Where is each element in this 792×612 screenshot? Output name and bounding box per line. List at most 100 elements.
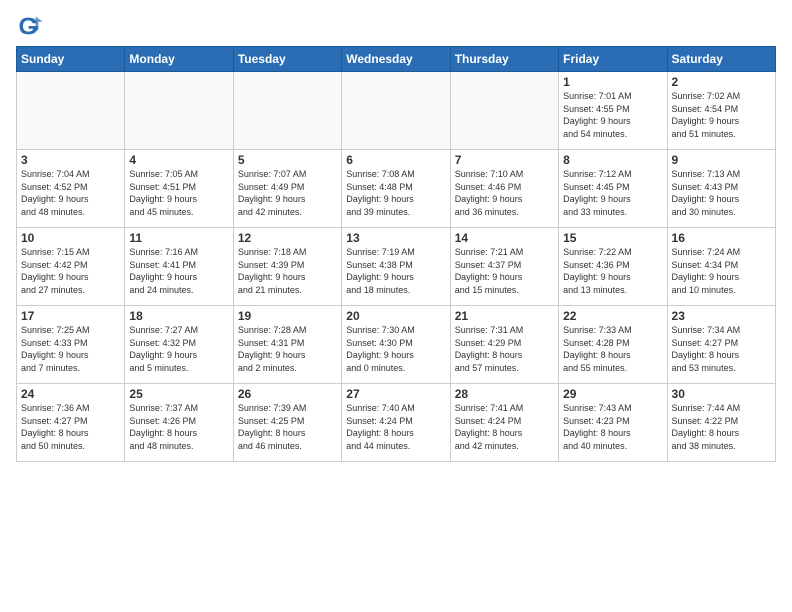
- day-number: 8: [563, 153, 662, 167]
- calendar-cell: 23Sunrise: 7:34 AM Sunset: 4:27 PM Dayli…: [667, 306, 775, 384]
- day-info: Sunrise: 7:41 AM Sunset: 4:24 PM Dayligh…: [455, 402, 554, 452]
- calendar-week-row: 3Sunrise: 7:04 AM Sunset: 4:52 PM Daylig…: [17, 150, 776, 228]
- day-number: 6: [346, 153, 445, 167]
- calendar-cell: 11Sunrise: 7:16 AM Sunset: 4:41 PM Dayli…: [125, 228, 233, 306]
- day-number: 17: [21, 309, 120, 323]
- day-info: Sunrise: 7:02 AM Sunset: 4:54 PM Dayligh…: [672, 90, 771, 140]
- calendar-cell: 21Sunrise: 7:31 AM Sunset: 4:29 PM Dayli…: [450, 306, 558, 384]
- day-info: Sunrise: 7:16 AM Sunset: 4:41 PM Dayligh…: [129, 246, 228, 296]
- day-number: 11: [129, 231, 228, 245]
- page-container: SundayMondayTuesdayWednesdayThursdayFrid…: [0, 0, 792, 470]
- day-number: 19: [238, 309, 337, 323]
- weekday-header-saturday: Saturday: [667, 47, 775, 72]
- calendar-cell: [125, 72, 233, 150]
- day-number: 26: [238, 387, 337, 401]
- calendar-cell: 9Sunrise: 7:13 AM Sunset: 4:43 PM Daylig…: [667, 150, 775, 228]
- day-number: 1: [563, 75, 662, 89]
- day-info: Sunrise: 7:01 AM Sunset: 4:55 PM Dayligh…: [563, 90, 662, 140]
- day-number: 27: [346, 387, 445, 401]
- day-info: Sunrise: 7:31 AM Sunset: 4:29 PM Dayligh…: [455, 324, 554, 374]
- calendar-cell: [342, 72, 450, 150]
- day-info: Sunrise: 7:07 AM Sunset: 4:49 PM Dayligh…: [238, 168, 337, 218]
- day-info: Sunrise: 7:34 AM Sunset: 4:27 PM Dayligh…: [672, 324, 771, 374]
- day-number: 12: [238, 231, 337, 245]
- calendar-cell: 24Sunrise: 7:36 AM Sunset: 4:27 PM Dayli…: [17, 384, 125, 462]
- day-number: 3: [21, 153, 120, 167]
- day-number: 9: [672, 153, 771, 167]
- day-number: 28: [455, 387, 554, 401]
- day-info: Sunrise: 7:36 AM Sunset: 4:27 PM Dayligh…: [21, 402, 120, 452]
- day-info: Sunrise: 7:39 AM Sunset: 4:25 PM Dayligh…: [238, 402, 337, 452]
- calendar-cell: 2Sunrise: 7:02 AM Sunset: 4:54 PM Daylig…: [667, 72, 775, 150]
- day-info: Sunrise: 7:33 AM Sunset: 4:28 PM Dayligh…: [563, 324, 662, 374]
- calendar-cell: 12Sunrise: 7:18 AM Sunset: 4:39 PM Dayli…: [233, 228, 341, 306]
- weekday-header-row: SundayMondayTuesdayWednesdayThursdayFrid…: [17, 47, 776, 72]
- day-info: Sunrise: 7:27 AM Sunset: 4:32 PM Dayligh…: [129, 324, 228, 374]
- calendar-week-row: 10Sunrise: 7:15 AM Sunset: 4:42 PM Dayli…: [17, 228, 776, 306]
- calendar-week-row: 17Sunrise: 7:25 AM Sunset: 4:33 PM Dayli…: [17, 306, 776, 384]
- day-number: 29: [563, 387, 662, 401]
- day-number: 16: [672, 231, 771, 245]
- calendar-cell: 13Sunrise: 7:19 AM Sunset: 4:38 PM Dayli…: [342, 228, 450, 306]
- day-info: Sunrise: 7:05 AM Sunset: 4:51 PM Dayligh…: [129, 168, 228, 218]
- weekday-header-thursday: Thursday: [450, 47, 558, 72]
- calendar-cell: 1Sunrise: 7:01 AM Sunset: 4:55 PM Daylig…: [559, 72, 667, 150]
- day-info: Sunrise: 7:08 AM Sunset: 4:48 PM Dayligh…: [346, 168, 445, 218]
- calendar-cell: [450, 72, 558, 150]
- day-number: 25: [129, 387, 228, 401]
- day-info: Sunrise: 7:15 AM Sunset: 4:42 PM Dayligh…: [21, 246, 120, 296]
- calendar-cell: 28Sunrise: 7:41 AM Sunset: 4:24 PM Dayli…: [450, 384, 558, 462]
- day-number: 4: [129, 153, 228, 167]
- calendar-cell: 3Sunrise: 7:04 AM Sunset: 4:52 PM Daylig…: [17, 150, 125, 228]
- day-info: Sunrise: 7:18 AM Sunset: 4:39 PM Dayligh…: [238, 246, 337, 296]
- day-number: 2: [672, 75, 771, 89]
- day-info: Sunrise: 7:37 AM Sunset: 4:26 PM Dayligh…: [129, 402, 228, 452]
- day-info: Sunrise: 7:13 AM Sunset: 4:43 PM Dayligh…: [672, 168, 771, 218]
- day-number: 18: [129, 309, 228, 323]
- day-number: 24: [21, 387, 120, 401]
- calendar-cell: 30Sunrise: 7:44 AM Sunset: 4:22 PM Dayli…: [667, 384, 775, 462]
- day-info: Sunrise: 7:04 AM Sunset: 4:52 PM Dayligh…: [21, 168, 120, 218]
- calendar-table: SundayMondayTuesdayWednesdayThursdayFrid…: [16, 46, 776, 462]
- day-info: Sunrise: 7:43 AM Sunset: 4:23 PM Dayligh…: [563, 402, 662, 452]
- calendar-cell: 26Sunrise: 7:39 AM Sunset: 4:25 PM Dayli…: [233, 384, 341, 462]
- day-info: Sunrise: 7:40 AM Sunset: 4:24 PM Dayligh…: [346, 402, 445, 452]
- day-number: 15: [563, 231, 662, 245]
- day-info: Sunrise: 7:19 AM Sunset: 4:38 PM Dayligh…: [346, 246, 445, 296]
- day-info: Sunrise: 7:21 AM Sunset: 4:37 PM Dayligh…: [455, 246, 554, 296]
- calendar-cell: 6Sunrise: 7:08 AM Sunset: 4:48 PM Daylig…: [342, 150, 450, 228]
- day-info: Sunrise: 7:12 AM Sunset: 4:45 PM Dayligh…: [563, 168, 662, 218]
- weekday-header-sunday: Sunday: [17, 47, 125, 72]
- calendar-cell: 5Sunrise: 7:07 AM Sunset: 4:49 PM Daylig…: [233, 150, 341, 228]
- day-number: 5: [238, 153, 337, 167]
- day-info: Sunrise: 7:24 AM Sunset: 4:34 PM Dayligh…: [672, 246, 771, 296]
- logo: [16, 12, 48, 40]
- day-info: Sunrise: 7:44 AM Sunset: 4:22 PM Dayligh…: [672, 402, 771, 452]
- day-info: Sunrise: 7:28 AM Sunset: 4:31 PM Dayligh…: [238, 324, 337, 374]
- calendar-cell: [233, 72, 341, 150]
- weekday-header-monday: Monday: [125, 47, 233, 72]
- calendar-cell: 27Sunrise: 7:40 AM Sunset: 4:24 PM Dayli…: [342, 384, 450, 462]
- day-info: Sunrise: 7:25 AM Sunset: 4:33 PM Dayligh…: [21, 324, 120, 374]
- day-number: 10: [21, 231, 120, 245]
- calendar-cell: 29Sunrise: 7:43 AM Sunset: 4:23 PM Dayli…: [559, 384, 667, 462]
- weekday-header-tuesday: Tuesday: [233, 47, 341, 72]
- day-info: Sunrise: 7:30 AM Sunset: 4:30 PM Dayligh…: [346, 324, 445, 374]
- calendar-cell: 22Sunrise: 7:33 AM Sunset: 4:28 PM Dayli…: [559, 306, 667, 384]
- calendar-cell: 14Sunrise: 7:21 AM Sunset: 4:37 PM Dayli…: [450, 228, 558, 306]
- calendar-cell: 17Sunrise: 7:25 AM Sunset: 4:33 PM Dayli…: [17, 306, 125, 384]
- day-number: 14: [455, 231, 554, 245]
- calendar-cell: 19Sunrise: 7:28 AM Sunset: 4:31 PM Dayli…: [233, 306, 341, 384]
- calendar-cell: 16Sunrise: 7:24 AM Sunset: 4:34 PM Dayli…: [667, 228, 775, 306]
- calendar-cell: 10Sunrise: 7:15 AM Sunset: 4:42 PM Dayli…: [17, 228, 125, 306]
- day-number: 21: [455, 309, 554, 323]
- day-number: 13: [346, 231, 445, 245]
- calendar-week-row: 24Sunrise: 7:36 AM Sunset: 4:27 PM Dayli…: [17, 384, 776, 462]
- day-number: 20: [346, 309, 445, 323]
- calendar-cell: [17, 72, 125, 150]
- weekday-header-friday: Friday: [559, 47, 667, 72]
- day-number: 23: [672, 309, 771, 323]
- calendar-cell: 15Sunrise: 7:22 AM Sunset: 4:36 PM Dayli…: [559, 228, 667, 306]
- day-number: 7: [455, 153, 554, 167]
- calendar-cell: 4Sunrise: 7:05 AM Sunset: 4:51 PM Daylig…: [125, 150, 233, 228]
